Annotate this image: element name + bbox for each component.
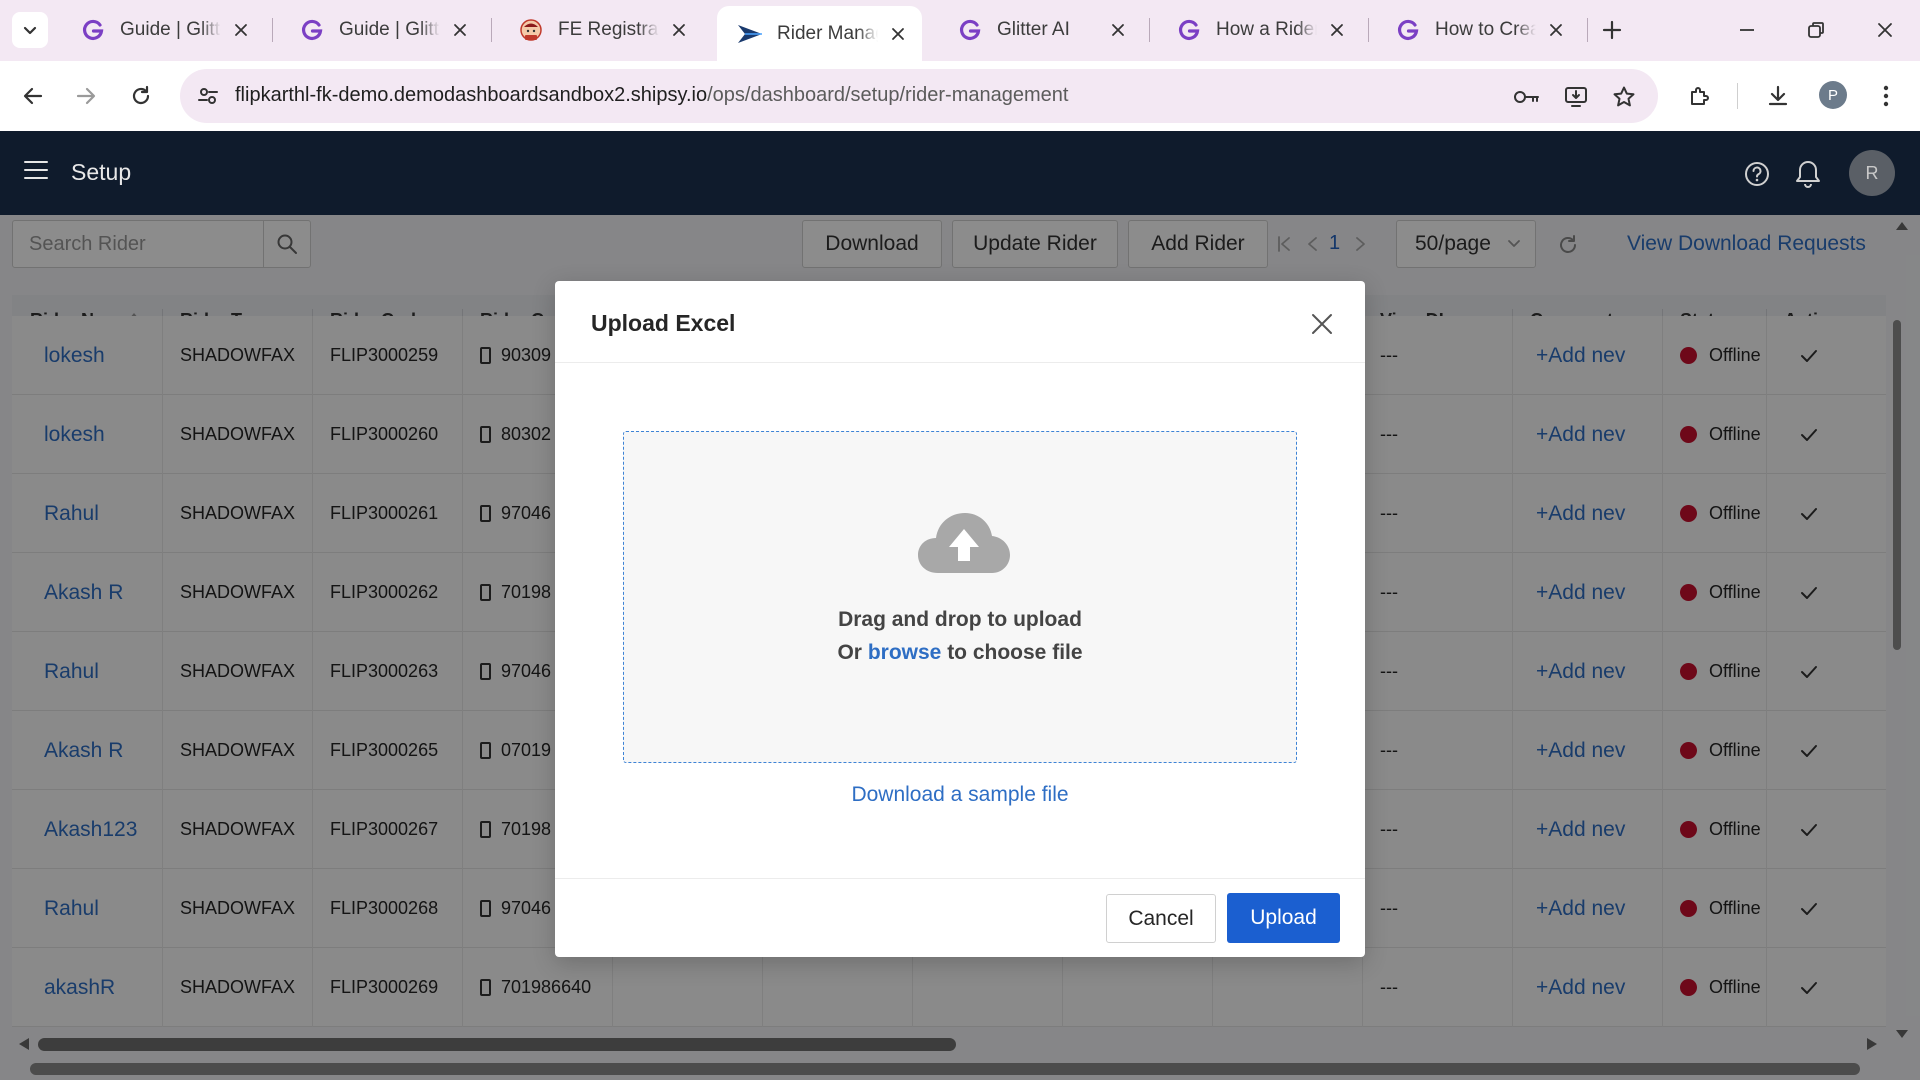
chevron-down-icon (23, 26, 37, 35)
tab-title: Guide | Glitter AI (339, 19, 440, 40)
browser-tab[interactable]: FE Registration (498, 8, 703, 52)
restore-button[interactable] (1793, 10, 1839, 50)
glitter-g-icon (80, 17, 106, 43)
new-tab-button[interactable] (1596, 14, 1628, 46)
browser-toolbar: flipkarthl-fk-demo.demodashboardsandbox2… (0, 61, 1920, 131)
browser-tab[interactable]: Guide | Glitter AI (60, 8, 265, 52)
glitter-g-icon (1395, 17, 1421, 43)
restore-icon (1808, 22, 1824, 38)
close-icon (1312, 314, 1332, 334)
bookmark-star-icon[interactable] (1609, 82, 1639, 112)
modal-close-button[interactable] (1309, 311, 1335, 337)
browser-tab[interactable]: Glitter AI (937, 8, 1142, 52)
close-window-button[interactable] (1862, 10, 1908, 50)
app-header: Setup R (0, 131, 1920, 215)
file-dropzone[interactable]: Drag and drop to upload Or browse to cho… (623, 431, 1297, 763)
arrow-right-icon (76, 87, 96, 105)
browse-link[interactable]: browse (868, 641, 942, 664)
reload-button[interactable] (121, 76, 161, 116)
minimize-button[interactable] (1724, 10, 1770, 50)
glitter-g-icon (1176, 17, 1202, 43)
tab-close-icon[interactable] (1544, 18, 1568, 42)
upload-button[interactable]: Upload (1227, 893, 1340, 943)
shipsy-icon (737, 21, 763, 47)
arrow-left-icon (23, 87, 43, 105)
cloud-upload-icon (918, 513, 1010, 573)
close-icon (1878, 23, 1892, 37)
minimize-icon (1740, 29, 1754, 31)
tab-title: FE Registration (558, 19, 659, 40)
user-avatar[interactable]: R (1849, 150, 1895, 196)
tab-title: Rider Management (777, 22, 878, 44)
tab-close-icon[interactable] (448, 18, 472, 42)
tab-close-icon[interactable] (1106, 18, 1130, 42)
plus-icon (1602, 20, 1622, 40)
tab-separator (491, 18, 492, 42)
glitter-g-icon (957, 17, 983, 43)
tab-separator (1368, 18, 1369, 42)
tab-close-icon[interactable] (886, 22, 910, 46)
toolbar-separator (1737, 83, 1738, 109)
site-settings-icon[interactable] (194, 82, 222, 110)
page-title: Setup (71, 159, 132, 185)
url-text: flipkarthl-fk-demo.demodashboardsandbox2… (235, 84, 1069, 106)
modal-title: Upload Excel (591, 310, 736, 336)
profile-avatar[interactable]: P (1819, 81, 1847, 109)
tab-search-button[interactable] (12, 12, 48, 48)
forward-button[interactable] (66, 76, 106, 116)
tab-close-icon[interactable] (229, 18, 253, 42)
download-sample-file-link[interactable]: Download a sample file (555, 783, 1365, 807)
tab-title: Glitter AI (997, 19, 1070, 40)
tab-separator (1587, 18, 1588, 42)
install-app-icon[interactable] (1561, 82, 1591, 112)
tab-title: How to Create (1435, 19, 1536, 40)
glitter-g-icon (299, 17, 325, 43)
password-key-icon[interactable] (1511, 82, 1541, 112)
reload-icon (132, 85, 150, 105)
browser-tab[interactable]: How to Create (1375, 8, 1580, 52)
tab-separator (1149, 18, 1150, 42)
modal-footer-divider (555, 878, 1365, 879)
tab-close-icon[interactable] (667, 18, 691, 42)
menu-icon[interactable] (24, 161, 48, 185)
extensions-button[interactable] (1680, 76, 1720, 116)
tab-title: Guide | Glitter AI (120, 19, 221, 40)
tab-separator (272, 18, 273, 42)
drag-drop-text: Drag and drop to upload (838, 608, 1082, 631)
address-bar[interactable]: flipkarthl-fk-demo.demodashboardsandbox2… (180, 69, 1658, 123)
browser-tab[interactable]: Guide | Glitter AI (279, 8, 484, 52)
browser-tab[interactable]: How a Rider r (1156, 8, 1361, 52)
help-icon[interactable] (1740, 157, 1774, 191)
upload-excel-modal: Upload Excel Drag and drop to upload Or … (555, 281, 1365, 957)
cancel-button[interactable]: Cancel (1106, 894, 1216, 943)
bell-icon[interactable] (1791, 157, 1825, 191)
browser-menu-button[interactable] (1866, 76, 1906, 116)
fe-registration-icon (518, 17, 544, 43)
puzzle-icon (1691, 87, 1709, 105)
modal-header: Upload Excel (555, 281, 1365, 363)
tab-title: How a Rider r (1216, 19, 1317, 40)
browser-tab[interactable]: Rider Management (717, 6, 922, 61)
more-vertical-icon (1883, 85, 1889, 107)
tab-close-icon[interactable] (1325, 18, 1349, 42)
back-button[interactable] (13, 76, 53, 116)
downloads-button[interactable] (1758, 76, 1798, 116)
download-icon (1768, 85, 1788, 106)
browse-text: Or browse to choose file (837, 641, 1083, 664)
